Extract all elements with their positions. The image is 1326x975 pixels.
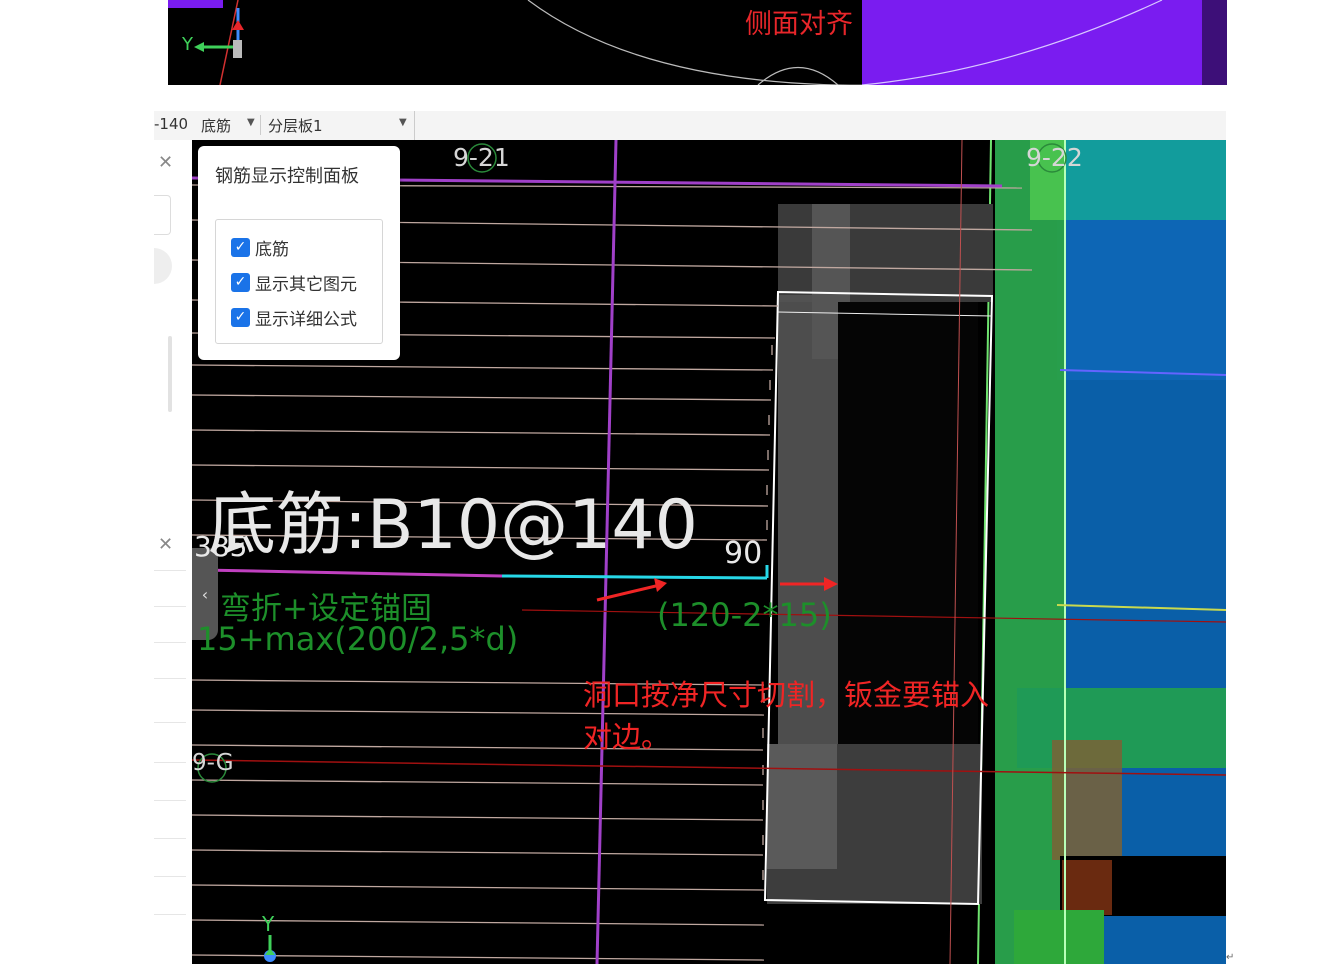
chevron-down-icon[interactable]: ▼	[399, 117, 407, 128]
green-bottom	[1014, 910, 1104, 964]
option-label: 显示详细公式	[255, 310, 357, 330]
anchor-formula: 15+max(200/2,5*d)	[197, 620, 519, 658]
option-bottom-rebar[interactable]: ✓ 底筋	[231, 235, 289, 260]
rebar-spec-label: 底筋:B10@140	[208, 486, 698, 565]
panel-toggle[interactable]	[154, 248, 172, 284]
paragraph-mark-icon: ↵	[1226, 952, 1235, 963]
grid-label: 9-G	[192, 750, 234, 776]
panel-row-divider	[154, 570, 186, 571]
top-purple-slab	[861, 0, 1202, 86]
panel-row-divider	[154, 800, 186, 801]
side-align-note: 侧面对齐	[745, 9, 853, 40]
option-label: 显示其它图元	[255, 275, 357, 295]
toolbar-divider	[414, 111, 415, 140]
teal-region	[1065, 140, 1226, 220]
axis-y-label: Y	[262, 912, 275, 936]
panel-row-divider	[154, 678, 186, 679]
slab-layer-select[interactable]: 分层板1	[268, 115, 323, 136]
checkbox-checked-icon[interactable]: ✓	[231, 238, 250, 257]
checkbox-checked-icon[interactable]: ✓	[231, 273, 250, 292]
option-label: 底筋	[255, 240, 289, 260]
top-axis-y-label: Y	[182, 34, 193, 55]
rebar-display-control-panel: 钢筋显示控制面板 ✓ 底筋 ✓ 显示其它图元 ✓ 显示详细公式	[198, 146, 400, 360]
panel-row-divider	[154, 642, 186, 643]
layer-type-select[interactable]: 底筋	[201, 115, 231, 136]
grey-beam-bottom-light	[767, 744, 837, 869]
chevron-left-icon: ‹	[201, 584, 209, 604]
top-purple-slab-edge	[1202, 0, 1227, 85]
panel-row-divider	[154, 722, 186, 723]
control-panel-title: 钢筋显示控制面板	[215, 166, 359, 187]
close-icon[interactable]: ✕	[158, 534, 173, 555]
toolbar-divider	[260, 115, 261, 135]
toolbar: -140 底筋 ▼ 分层板1 ▼	[154, 111, 1226, 141]
spacing-value: -140	[154, 115, 189, 133]
panel-row-divider	[154, 876, 186, 877]
grid-label: 9-21	[453, 143, 510, 172]
panel-scrollbar[interactable]	[168, 336, 172, 412]
panel-row-divider	[154, 914, 186, 915]
left-property-panel: ✕ ✕	[154, 140, 193, 964]
grid-label: 9-22	[1026, 143, 1083, 172]
panel-button[interactable]	[154, 195, 171, 235]
opening-cut-note: 洞口按净尺寸切割，钣金要锚入对边。	[583, 678, 990, 754]
bend-calc-note: (120-2*15)	[657, 596, 832, 634]
panel-row-divider	[154, 762, 186, 763]
close-icon[interactable]: ✕	[158, 152, 173, 173]
chevron-down-icon[interactable]: ▼	[247, 117, 255, 128]
checkbox-checked-icon[interactable]: ✓	[231, 308, 250, 327]
panel-row-divider	[154, 606, 186, 607]
option-show-detailed-formula[interactable]: ✓ 显示详细公式	[231, 305, 357, 330]
option-show-other-elements[interactable]: ✓ 显示其它图元	[231, 270, 357, 295]
rebar-bend-length: 90	[724, 536, 763, 571]
control-panel-options: ✓ 底筋 ✓ 显示其它图元 ✓ 显示详细公式	[215, 219, 383, 344]
brown-gap	[1062, 860, 1112, 915]
panel-row-divider	[154, 838, 186, 839]
brown-block	[1052, 740, 1122, 860]
blue-region	[1057, 220, 1226, 380]
